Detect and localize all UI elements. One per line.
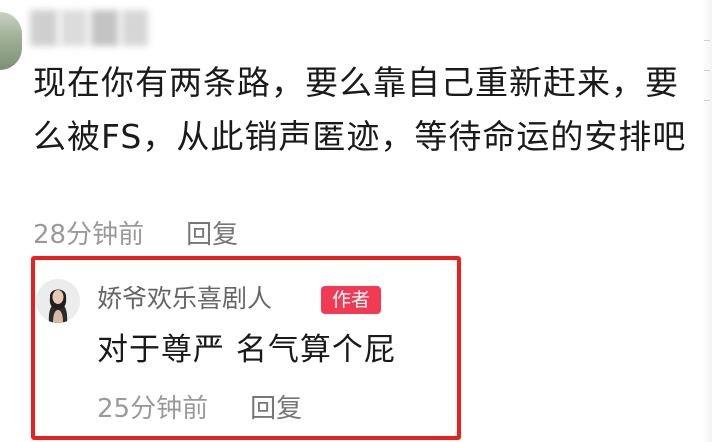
comment-reply-button[interactable]: 回复: [186, 214, 238, 251]
comment-meta: 28分钟前 回复: [33, 212, 238, 252]
author-username[interactable]: 娇爷欢乐喜剧人: [97, 282, 272, 316]
author-reply-text: 对于尊严 名气算个屁: [97, 332, 396, 368]
author-reply-button[interactable]: 回复: [250, 388, 302, 425]
comment-timestamp: 28分钟前: [33, 219, 145, 250]
comment-thread: 现在你有两条路，要么靠自己重新赶来，要么被FS，从此销声匿迹，等待命运的安排吧 …: [0, 0, 712, 442]
adjacent-panel-edge: [702, 0, 712, 442]
author-avatar-icon: [36, 279, 80, 323]
author-avatar[interactable]: [36, 279, 80, 323]
blurred-username: [30, 10, 148, 46]
author-reply-meta: 25分钟前 回复: [97, 386, 302, 426]
author-badge: 作者: [321, 286, 381, 314]
author-reply-timestamp: 25分钟前: [97, 393, 209, 424]
comment-text: 现在你有两条路，要么靠自己重新赶来，要么被FS，从此销声匿迹，等待命运的安排吧: [33, 63, 687, 156]
commenter-avatar[interactable]: [0, 12, 22, 70]
